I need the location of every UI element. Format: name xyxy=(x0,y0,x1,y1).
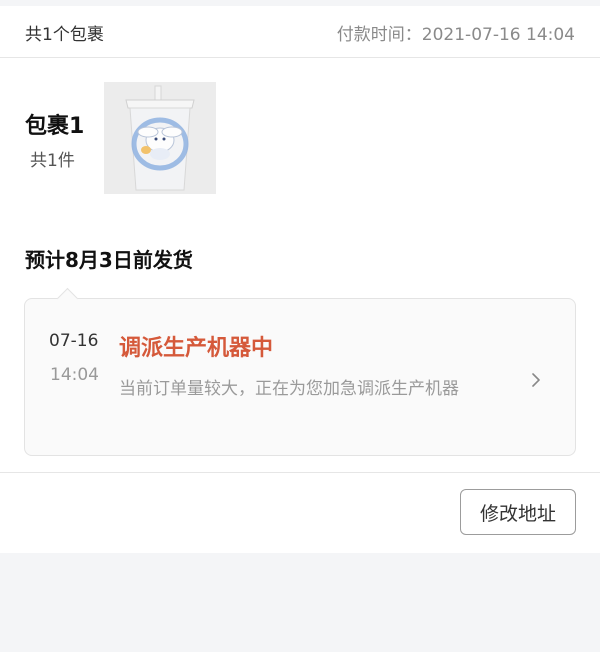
payment-time-label: 付款时间： xyxy=(336,25,422,45)
logistics-timeline-card[interactable]: 07-16 14:04 调派生产机器中 当前订单量较大，正在为您加急调派生产机器 xyxy=(24,287,576,456)
divider xyxy=(0,472,600,473)
modify-address-button[interactable]: 修改地址 xyxy=(460,489,576,535)
package-title: 包裹1 xyxy=(25,114,85,139)
timeline-time: 14:04 xyxy=(50,365,99,385)
payment-time-value: 2021-07-16 14:04 xyxy=(421,25,575,45)
chevron-right-icon[interactable] xyxy=(525,369,547,391)
order-card xyxy=(0,6,600,553)
product-thumbnail[interactable] xyxy=(104,82,216,194)
order-header: 共1个包裹 付款时间：2021-07-16 14:04 xyxy=(0,6,600,58)
package-count: 共1个包裹 xyxy=(25,25,104,45)
shipping-estimate: 预计8月3日前发货 xyxy=(25,248,193,272)
timeline-description: 当前订单量较大，正在为您加急调派生产机器 xyxy=(119,379,459,399)
timeline-date: 07-16 xyxy=(49,331,99,351)
package-item-count: 共1件 xyxy=(30,151,75,171)
timeline-status: 调派生产机器中 xyxy=(119,336,274,361)
cup-icon xyxy=(104,82,216,194)
payment-time: 付款时间：2021-07-16 14:04 xyxy=(337,20,575,45)
